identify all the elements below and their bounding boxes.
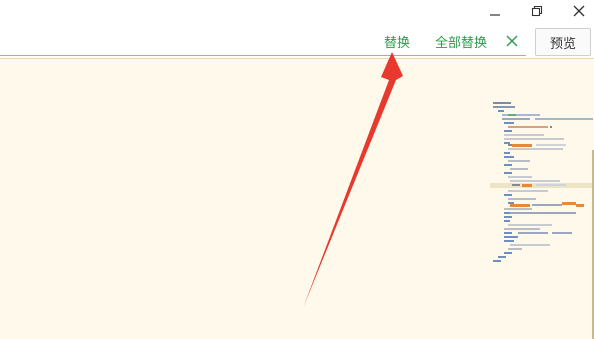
minimap[interactable] bbox=[490, 100, 594, 270]
replace-all-button[interactable]: 全部替换 bbox=[435, 32, 487, 51]
close-icon bbox=[573, 5, 585, 17]
find-replace-bar: 替换 全部替换 预览 bbox=[0, 24, 594, 58]
title-bar bbox=[0, 0, 594, 24]
replace-button[interactable]: 替换 bbox=[384, 32, 410, 51]
close-window-button[interactable] bbox=[562, 0, 594, 22]
minimap-lines bbox=[490, 102, 594, 262]
close-find-bar-button[interactable] bbox=[505, 30, 523, 50]
preview-button[interactable]: 预览 bbox=[535, 28, 591, 56]
minimize-button[interactable] bbox=[478, 0, 512, 22]
restore-button[interactable] bbox=[520, 0, 554, 22]
close-icon bbox=[506, 35, 518, 47]
minimize-icon bbox=[490, 14, 500, 16]
restore-icon bbox=[531, 5, 543, 17]
